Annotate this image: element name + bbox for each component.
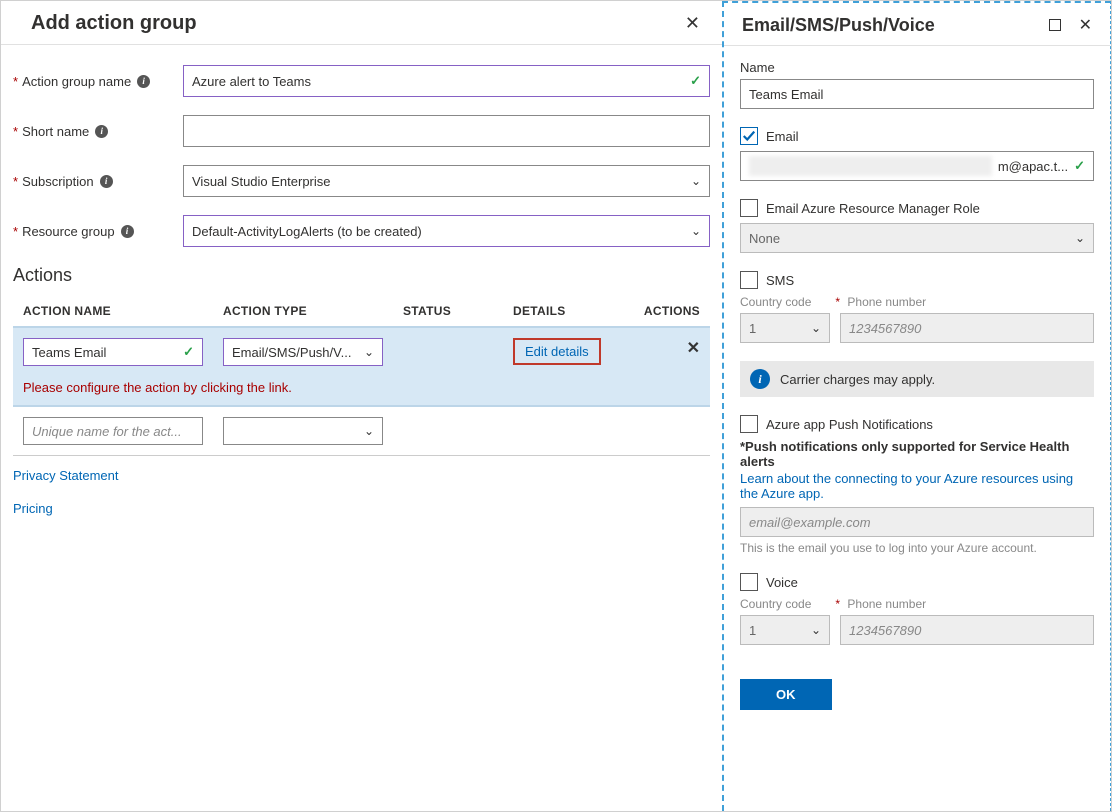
action-group-name-label: * Action group name [13, 74, 183, 89]
arm-role-select[interactable]: None ⌄ [740, 223, 1094, 253]
action-group-name-input[interactable]: Azure alert to Teams ✓ [183, 65, 710, 97]
sms-label: SMS [766, 273, 794, 288]
page-title: Add action group [31, 12, 197, 35]
col-action-type: ACTION TYPE [213, 296, 393, 327]
country-code-label: Country code [740, 295, 811, 309]
info-icon: i [750, 369, 770, 389]
remove-row-icon[interactable]: ✕ [687, 340, 700, 357]
chevron-down-icon: ⌄ [364, 424, 374, 438]
email-checkbox[interactable] [740, 127, 758, 145]
checkmark-icon: ✓ [1074, 158, 1085, 174]
edit-details-link[interactable]: Edit details [513, 338, 601, 365]
country-code-label: Country code [740, 597, 811, 611]
name-label: Name [740, 60, 1094, 75]
voice-label: Voice [766, 575, 798, 590]
add-action-group-panel: Add action group ✕ * Action group name A… [1, 1, 722, 811]
checkmark-icon: ✓ [690, 73, 701, 89]
redacted-email [749, 156, 992, 176]
table-row: Unique name for the act... ⌄ [13, 406, 710, 456]
push-hint: This is the email you use to log into yo… [740, 541, 1094, 555]
privacy-link[interactable]: Privacy Statement [13, 468, 710, 483]
arm-role-label: Email Azure Resource Manager Role [766, 201, 980, 216]
chevron-down-icon: ⌄ [811, 321, 821, 335]
email-sms-push-voice-panel: Email/SMS/Push/Voice ✕ Name Teams Email [722, 1, 1111, 811]
voice-country-code-select[interactable]: 1 ⌄ [740, 615, 830, 645]
close-icon[interactable]: ✕ [681, 9, 704, 38]
checkmark-icon: ✓ [183, 344, 194, 360]
sms-country-code-select[interactable]: 1 ⌄ [740, 313, 830, 343]
pricing-link[interactable]: Pricing [13, 501, 710, 516]
push-note: *Push notifications only supported for S… [740, 439, 1094, 469]
push-checkbox[interactable] [740, 415, 758, 433]
action-type-select[interactable]: ⌄ [223, 417, 383, 445]
push-learn-link[interactable]: Learn about the connecting to your Azure… [740, 471, 1094, 501]
action-name-input[interactable]: Unique name for the act... [23, 417, 203, 445]
col-actions: ACTIONS [613, 296, 710, 327]
short-name-label: * Short name [13, 124, 183, 139]
push-label: Azure app Push Notifications [766, 417, 933, 432]
table-row: Teams Email ✓ Email/SMS/Push/V... ⌄ [13, 327, 710, 376]
phone-number-label: * Phone number [835, 597, 926, 611]
subscription-select[interactable]: Visual Studio Enterprise ⌄ [183, 165, 710, 197]
phone-number-label: * Phone number [835, 295, 926, 309]
voice-phone-input[interactable]: 1234567890 [840, 615, 1094, 645]
name-input[interactable]: Teams Email [740, 79, 1094, 109]
sms-checkbox[interactable] [740, 271, 758, 289]
col-details: DETAILS [503, 296, 613, 327]
col-action-name: ACTION NAME [13, 296, 213, 327]
chevron-down-icon: ⌄ [364, 345, 374, 359]
info-icon[interactable] [137, 75, 150, 88]
carrier-note: i Carrier charges may apply. [740, 361, 1094, 397]
arm-role-checkbox[interactable] [740, 199, 758, 217]
subscription-label: * Subscription [13, 174, 183, 189]
close-icon[interactable]: ✕ [1075, 11, 1096, 39]
short-name-input[interactable] [183, 115, 710, 147]
resource-group-select[interactable]: Default-ActivityLogAlerts (to be created… [183, 215, 710, 247]
ok-button[interactable]: OK [740, 679, 832, 710]
chevron-down-icon: ⌄ [691, 174, 701, 188]
voice-checkbox[interactable] [740, 573, 758, 591]
email-input[interactable]: m@apac.t... ✓ [740, 151, 1094, 181]
chevron-down-icon: ⌄ [811, 623, 821, 637]
actions-table: ACTION NAME ACTION TYPE STATUS DETAILS A… [13, 296, 710, 456]
action-name-input[interactable]: Teams Email ✓ [23, 338, 203, 366]
push-email-input[interactable]: email@example.com [740, 507, 1094, 537]
info-icon[interactable] [100, 175, 113, 188]
resource-group-label: * Resource group [13, 224, 183, 239]
row-error-text: Please configure the action by clicking … [23, 380, 292, 395]
email-label: Email [766, 129, 799, 144]
maximize-icon[interactable] [1049, 19, 1061, 31]
chevron-down-icon: ⌄ [691, 224, 701, 238]
actions-heading: Actions [13, 265, 710, 286]
panel-title: Email/SMS/Push/Voice [742, 15, 935, 36]
action-type-select[interactable]: Email/SMS/Push/V... ⌄ [223, 338, 383, 366]
sms-phone-input[interactable]: 1234567890 [840, 313, 1094, 343]
info-icon[interactable] [95, 125, 108, 138]
col-status: STATUS [393, 296, 503, 327]
info-icon[interactable] [121, 225, 134, 238]
chevron-down-icon: ⌄ [1075, 231, 1085, 245]
